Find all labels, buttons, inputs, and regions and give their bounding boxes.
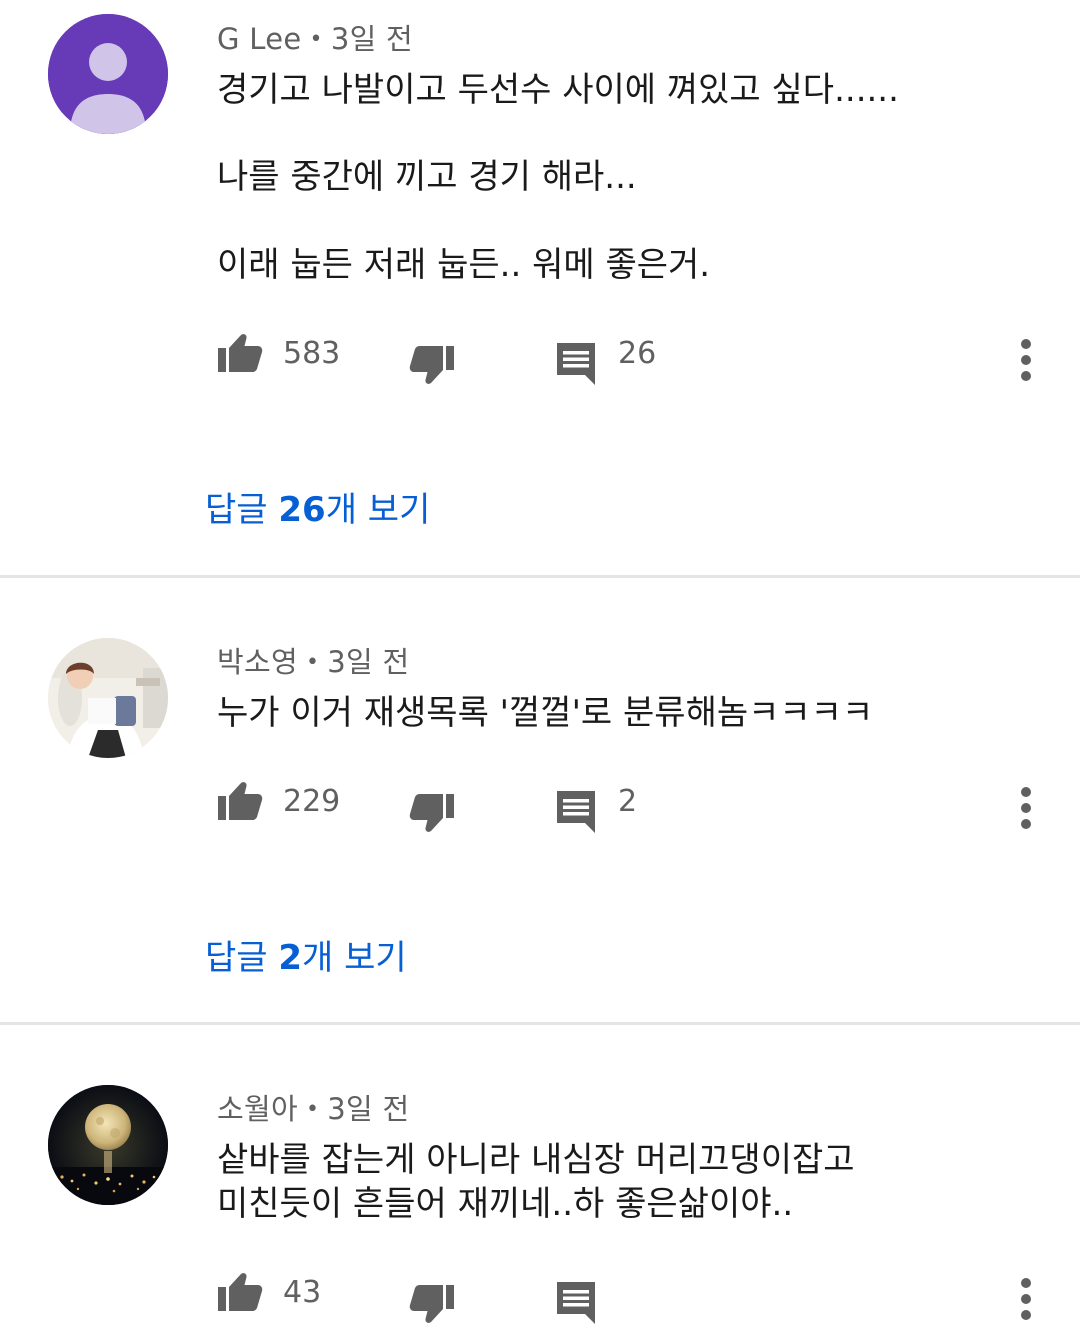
comment-item: 소월아 • 3일 전 샅바를 잡는게 아니라 내심장 머리끄댕이잡고 미친듯이 흔들… — [0, 1026, 1080, 1326]
like-button[interactable] — [216, 330, 264, 378]
like-count: 583 — [283, 336, 341, 371]
comment-meta: 소월아 • 3일 전 — [217, 1086, 409, 1128]
replies-number: 26 — [278, 490, 326, 530]
comment-text-line: 샅바를 잡는게 아니라 내심장 머리끄댕이잡고 — [217, 1140, 855, 1180]
more-options-button[interactable] — [1008, 336, 1044, 386]
thumbs-down-icon — [409, 1285, 454, 1323]
author-name[interactable]: 박소영 — [217, 645, 298, 679]
avatar[interactable] — [48, 1085, 168, 1205]
thumbs-down-icon — [409, 794, 454, 832]
view-replies-button[interactable]: 답글 2개 보기 — [205, 930, 407, 979]
more-vert-icon — [1021, 1278, 1031, 1320]
comment-icon — [557, 343, 595, 385]
replies-prefix: 답글 — [205, 938, 279, 978]
reply-count: 2 — [618, 784, 638, 819]
thumbs-up-icon — [218, 782, 263, 820]
more-vert-icon — [1021, 339, 1031, 381]
comment-text-line: 경기고 나발이고 두선수 사이에 껴있고 싶다...... — [217, 70, 899, 110]
avatar[interactable] — [48, 14, 168, 134]
view-replies-button[interactable]: 답글 26개 보기 — [205, 482, 430, 531]
more-options-button[interactable] — [1008, 1275, 1044, 1325]
dislike-button[interactable] — [408, 790, 456, 838]
dislike-button[interactable] — [408, 342, 456, 390]
replies-number: 2 — [278, 938, 303, 978]
divider — [0, 575, 1080, 578]
author-name[interactable]: G Lee — [217, 22, 302, 56]
reply-count: 26 — [618, 336, 657, 371]
more-vert-icon — [1021, 787, 1031, 829]
person-icon — [48, 14, 168, 134]
comment-item: G Lee • 3일 전 경기고 나발이고 두선수 사이에 껴있고 싶다......… — [0, 0, 1080, 576]
meta-separator: • — [309, 27, 323, 52]
author-name[interactable]: 소월아 — [217, 1092, 298, 1126]
comment-time: 3일 전 — [327, 645, 410, 679]
like-button[interactable] — [216, 1269, 264, 1317]
thumbs-up-icon — [218, 334, 263, 372]
comment-item: 박소영 • 3일 전 누가 이거 재생목록 '껄껄'로 분류해놈ㅋㅋㅋㅋ 229 2… — [0, 579, 1080, 1023]
avatar-photo — [48, 1085, 168, 1205]
comment-text-line: 나를 중간에 끼고 경기 해라... — [217, 157, 637, 197]
avatar[interactable] — [48, 638, 168, 758]
thumbs-up-icon — [218, 1273, 263, 1311]
dislike-button[interactable] — [408, 1281, 456, 1329]
divider — [0, 1022, 1080, 1025]
comment-text-line: 누가 이거 재생목록 '껄껄'로 분류해놈ㅋㅋㅋㅋ — [217, 693, 874, 733]
comment-time: 3일 전 — [330, 22, 414, 56]
replies-prefix: 답글 — [205, 490, 279, 530]
reply-button[interactable] — [554, 788, 602, 836]
comment-icon — [557, 1282, 595, 1324]
comment-meta: G Lee • 3일 전 — [217, 16, 413, 58]
thumbs-down-icon — [409, 346, 454, 384]
reply-button[interactable] — [554, 340, 602, 388]
comment-icon — [557, 791, 595, 833]
comment-text-line: 이래 눕든 저래 눕든.. 워메 좋은거. — [217, 245, 711, 285]
like-button[interactable] — [216, 778, 264, 826]
replies-suffix: 개 보기 — [325, 490, 431, 530]
comment-time: 3일 전 — [327, 1092, 410, 1126]
avatar-photo — [48, 638, 168, 758]
reply-button[interactable] — [554, 1279, 602, 1327]
like-count: 229 — [283, 784, 341, 819]
more-options-button[interactable] — [1008, 784, 1044, 834]
comment-meta: 박소영 • 3일 전 — [217, 639, 409, 681]
comment-text-line: 미친듯이 흔들어 재끼네..하 좋은삶이야.. — [217, 1184, 794, 1224]
replies-suffix: 개 보기 — [302, 938, 407, 978]
like-count: 43 — [283, 1275, 322, 1310]
meta-separator: • — [305, 650, 320, 675]
meta-separator: • — [305, 1097, 320, 1122]
